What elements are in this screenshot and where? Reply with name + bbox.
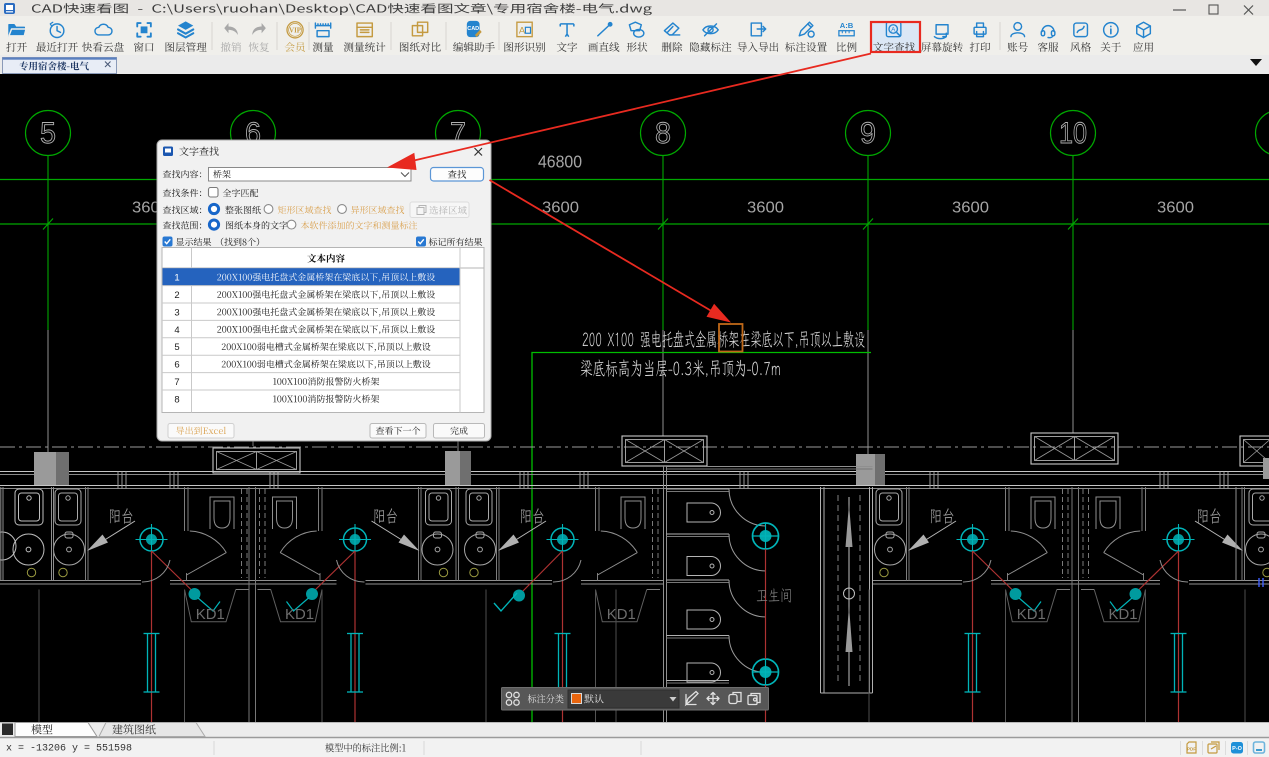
svg-text:KD1: KD1 xyxy=(607,606,636,623)
svg-text:KD1: KD1 xyxy=(196,606,225,623)
svg-text:8: 8 xyxy=(655,117,671,150)
svg-text:3: 3 xyxy=(174,307,179,318)
svg-text:7: 7 xyxy=(174,377,179,388)
svg-text:5: 5 xyxy=(40,117,56,150)
svg-text:5: 5 xyxy=(174,342,179,353)
svg-text:8: 8 xyxy=(174,394,179,405)
svg-text:KD1: KD1 xyxy=(285,606,314,623)
svg-text:10: 10 xyxy=(1059,117,1087,150)
svg-text:3600: 3600 xyxy=(1157,200,1194,217)
svg-text:2: 2 xyxy=(174,290,179,301)
svg-text:x = -13206 y = 551598: x = -13206 y = 551598 xyxy=(6,744,132,755)
svg-text:3600: 3600 xyxy=(952,200,989,217)
svg-text:6: 6 xyxy=(174,360,179,371)
svg-text:3600: 3600 xyxy=(747,200,784,217)
svg-text:KD1: KD1 xyxy=(1109,606,1138,623)
svg-text:4: 4 xyxy=(174,325,179,336)
svg-text:46800: 46800 xyxy=(538,152,582,172)
svg-text:A:B: A:B xyxy=(840,21,854,30)
svg-text:CAD: CAD xyxy=(467,26,479,32)
svg-text:KD1: KD1 xyxy=(1017,606,1046,623)
svg-text:9: 9 xyxy=(860,117,876,150)
svg-text:1: 1 xyxy=(174,273,179,284)
svg-text:P-O: P-O xyxy=(1232,746,1243,752)
svg-text:VIP: VIP xyxy=(289,27,301,34)
svg-text:PDF: PDF xyxy=(1187,747,1196,752)
